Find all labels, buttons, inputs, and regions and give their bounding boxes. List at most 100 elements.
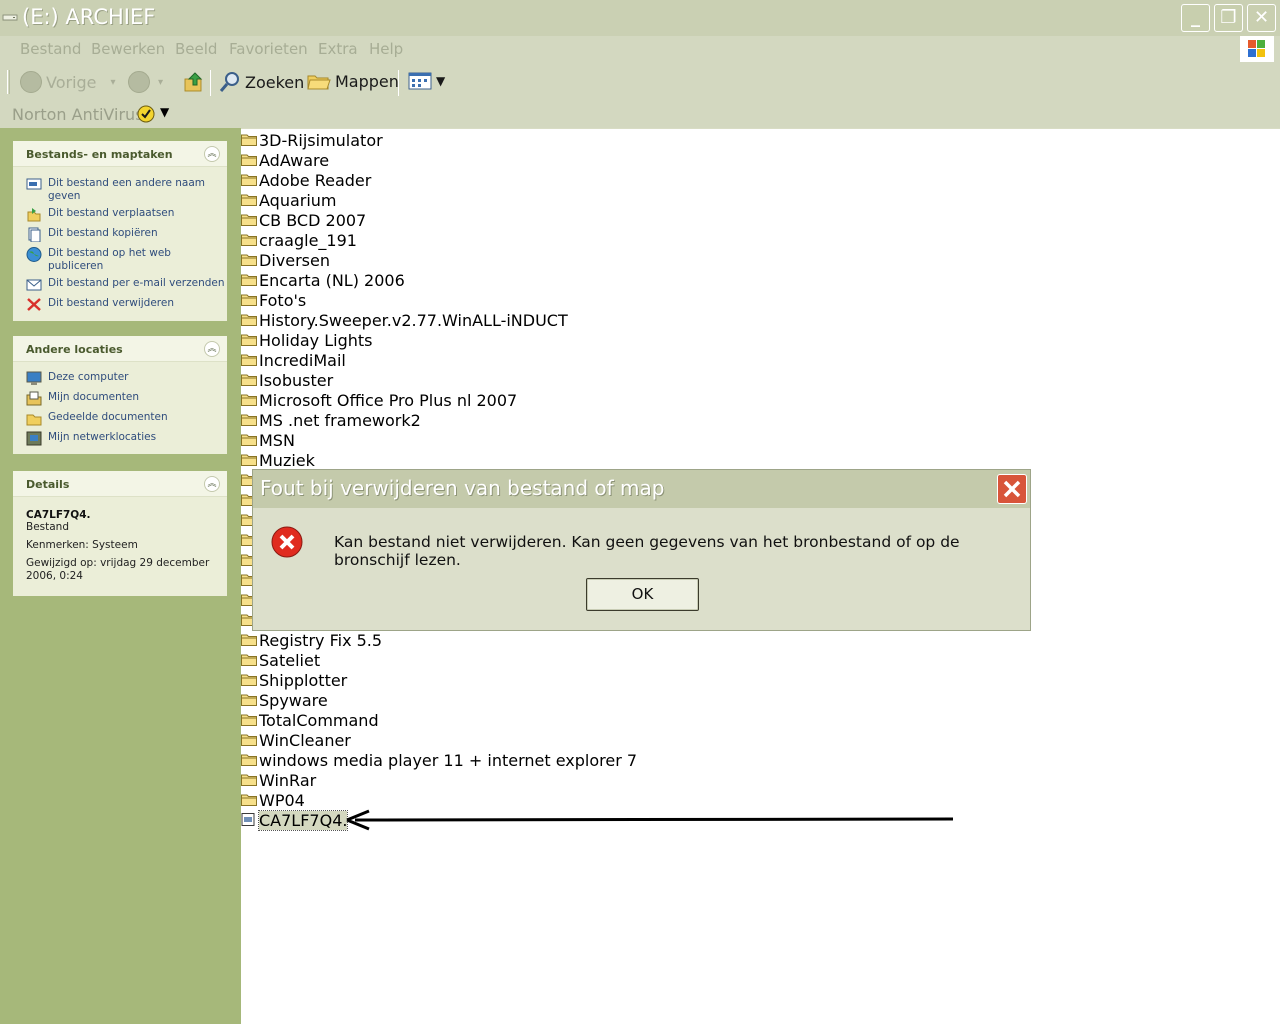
dialog-title: Fout bij verwijderen van bestand of map [260, 476, 665, 500]
folder-item[interactable]: Isobuster [241, 370, 333, 390]
panel-title: Details [26, 478, 70, 491]
location-computer[interactable]: Deze computer [13, 371, 227, 391]
folder-item[interactable]: 3D-Rijsimulator [241, 130, 383, 150]
dialog-close-button[interactable] [997, 474, 1027, 504]
folder-icon [241, 191, 257, 210]
task-email[interactable]: Dit bestand per e-mail verzenden [13, 277, 227, 297]
task-label: Dit bestand per e-mail verzenden [48, 277, 225, 289]
views-button[interactable]: ▼ [408, 71, 445, 91]
minimize-button[interactable]: _ [1181, 4, 1210, 32]
folder-item[interactable]: Foto's [241, 290, 306, 310]
folder-name: WinRar [259, 770, 317, 790]
file-item[interactable]: CA7LF7Q4. [241, 809, 349, 831]
toolbar-separator [398, 70, 399, 96]
folder-icon [241, 691, 257, 710]
folder-icon [241, 431, 257, 450]
menu-beeld[interactable]: Beeld [175, 40, 217, 58]
panel-header[interactable]: Bestands- en maptaken ︽ [13, 141, 227, 167]
folder-name: Registry Fix 5.5 [259, 630, 383, 650]
folder-item[interactable]: Aquarium [241, 190, 337, 210]
folder-name: Encarta (NL) 2006 [259, 270, 405, 290]
folder-item[interactable]: craagle_191 [241, 230, 357, 250]
collapse-icon[interactable]: ︽ [204, 476, 220, 492]
folder-item[interactable]: Adobe Reader [241, 170, 371, 190]
ok-button[interactable]: OK [586, 578, 699, 611]
folder-item[interactable]: Holiday Lights [241, 330, 373, 350]
chevron-down-icon[interactable]: ▼ [160, 105, 169, 119]
menu-bar: Bestand Bewerken Beeld Favorieten Extra … [0, 36, 1280, 64]
collapse-icon[interactable]: ︽ [204, 146, 220, 162]
back-label: Vorige [46, 72, 97, 92]
menu-help[interactable]: Help [369, 40, 403, 58]
panel-title: Andere locaties [26, 343, 123, 356]
forward-arrow-icon [128, 71, 150, 93]
menu-bewerken[interactable]: Bewerken [91, 40, 165, 58]
toolbar: Vorige ▾ ▾ Zoeken Mappen ▼ [0, 64, 1280, 100]
folder-item[interactable]: Spyware [241, 690, 328, 710]
chevron-down-icon: ▾ [158, 76, 164, 88]
forward-button[interactable]: ▾ [128, 71, 163, 93]
other-locations-panel: Andere locaties ︽ Deze computer Mijn doc… [13, 336, 227, 454]
folder-item[interactable]: History.Sweeper.v2.77.WinALL-iNDUCT [241, 310, 568, 330]
folder-item[interactable]: Sateliet [241, 650, 320, 670]
collapse-icon[interactable]: ︽ [204, 341, 220, 357]
folder-item[interactable]: Encarta (NL) 2006 [241, 270, 405, 290]
folder-item[interactable]: Muziek [241, 450, 315, 470]
delete-icon [27, 298, 41, 311]
close-button[interactable]: ✕ [1247, 4, 1276, 32]
folder-item[interactable]: MSN [241, 430, 295, 450]
location-network[interactable]: Mijn netwerklocaties [13, 431, 227, 451]
globe-icon [26, 247, 42, 262]
folder-name: Diversen [259, 250, 330, 270]
file-name: CA7LF7Q4. [257, 809, 349, 831]
task-label: Dit bestand verwijderen [48, 297, 174, 309]
folders-button[interactable]: Mappen [307, 71, 399, 91]
task-label: Dit bestand op het web publiceren [48, 247, 171, 272]
folder-icon [241, 451, 257, 470]
folder-item[interactable]: Shipplotter [241, 670, 347, 690]
maximize-button[interactable]: ❐ [1214, 4, 1243, 32]
folder-icon [241, 251, 257, 270]
folder-item[interactable]: WP04 [241, 790, 305, 810]
menu-extra[interactable]: Extra [318, 40, 358, 58]
menu-favorieten[interactable]: Favorieten [229, 40, 308, 58]
back-button[interactable]: Vorige ▾ [20, 71, 116, 93]
task-publish[interactable]: Dit bestand op het web publiceren [13, 247, 227, 277]
panel-header[interactable]: Andere locaties ︽ [13, 336, 227, 362]
chevron-down-icon: ▼ [436, 74, 446, 88]
folder-item[interactable]: windows media player 11 + internet explo… [241, 750, 637, 770]
folder-item[interactable]: WinCleaner [241, 730, 351, 750]
folder-item[interactable]: TotalCommand [241, 710, 379, 730]
folder-item[interactable]: Registry Fix 5.5 [241, 630, 382, 650]
rename-icon [26, 178, 42, 190]
folder-icon [241, 411, 257, 430]
search-button[interactable]: Zoeken [219, 71, 304, 93]
norton-toolbar: Norton AntiVirus ▼ [0, 100, 1280, 128]
task-move[interactable]: Dit bestand verplaatsen [13, 207, 227, 227]
folder-item[interactable]: WinRar [241, 770, 316, 790]
task-copy[interactable]: Dit bestand kopiëren [13, 227, 227, 247]
folder-icon [241, 771, 257, 790]
folder-name: Foto's [259, 290, 307, 310]
search-label: Zoeken [245, 72, 305, 92]
shared-folder-icon [26, 414, 42, 426]
folder-item[interactable]: Microsoft Office Pro Plus nl 2007 [241, 390, 517, 410]
details-modified: Gewijzigd op: vrijdag 29 december 2006, … [26, 557, 210, 582]
task-label: Dit bestand een andere naam geven [48, 177, 206, 202]
up-folder-button[interactable] [183, 71, 205, 93]
arrow-annotation-icon [346, 809, 954, 831]
location-shared[interactable]: Gedeelde documenten [13, 411, 227, 431]
folder-item[interactable]: IncrediMail [241, 350, 346, 370]
folder-item[interactable]: CB BCD 2007 [241, 210, 366, 230]
location-documents[interactable]: Mijn documenten [13, 391, 227, 411]
task-rename[interactable]: Dit bestand een andere naam geven [13, 177, 227, 207]
menu-bestand[interactable]: Bestand [20, 40, 81, 58]
folder-name: Sateliet [259, 650, 321, 670]
folder-item[interactable]: AdAware [241, 150, 329, 170]
folder-item[interactable]: MS .net framework2 [241, 410, 421, 430]
task-delete[interactable]: Dit bestand verwijderen [13, 297, 227, 317]
location-label: Deze computer [48, 371, 129, 383]
folder-item[interactable]: Diversen [241, 250, 330, 270]
panel-header[interactable]: Details ︽ [13, 471, 227, 497]
norton-shield-icon[interactable] [137, 105, 155, 123]
